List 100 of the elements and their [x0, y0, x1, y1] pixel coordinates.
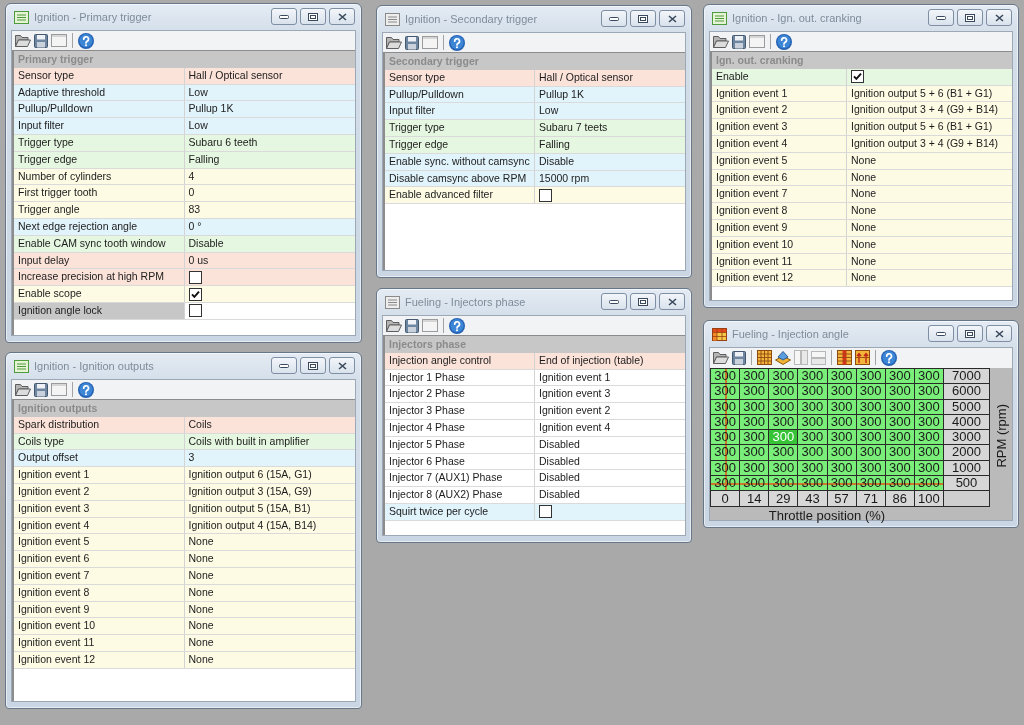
checkbox[interactable]: [188, 304, 202, 318]
help-icon[interactable]: [776, 33, 792, 50]
close-button[interactable]: [986, 9, 1012, 26]
property-value[interactable]: Pullup 1K: [184, 101, 355, 118]
property-value[interactable]: Subaru 7 teets: [535, 120, 685, 136]
table-cell[interactable]: 300: [827, 399, 857, 415]
property-value[interactable]: None: [847, 203, 1012, 219]
table-cell[interactable]: 300: [740, 384, 770, 400]
table-cell[interactable]: 300: [711, 414, 741, 431]
property-value[interactable]: None: [184, 551, 355, 567]
property-row[interactable]: Input filter Low: [385, 103, 685, 121]
table-cell[interactable]: 300: [740, 460, 770, 477]
help-icon[interactable]: [449, 317, 465, 334]
maximize-button[interactable]: [630, 293, 656, 310]
property-value[interactable]: 4: [184, 168, 355, 185]
open-folder-icon[interactable]: [386, 319, 402, 332]
open-folder-icon[interactable]: [713, 351, 729, 364]
property-row[interactable]: Trigger angle 83: [14, 202, 355, 219]
property-value[interactable]: None: [847, 152, 1012, 169]
table-cell[interactable]: 300: [798, 445, 828, 461]
property-value[interactable]: None: [184, 651, 355, 668]
table-cell[interactable]: 300: [827, 414, 857, 431]
close-button[interactable]: [329, 357, 355, 374]
save-icon[interactable]: [732, 34, 746, 49]
property-row[interactable]: First trigger tooth 0: [14, 185, 355, 203]
property-row[interactable]: Injector 2 Phase Ignition event 3: [385, 386, 685, 404]
checkbox[interactable]: [539, 505, 552, 519]
property-value[interactable]: Coils with built in amplifier: [184, 433, 355, 450]
table-cell[interactable]: 300: [798, 430, 828, 446]
property-value[interactable]: Ignition output 5 + 6 (B1 + G1): [847, 85, 1012, 102]
property-value[interactable]: Subaru 6 teeth: [184, 135, 355, 151]
property-row[interactable]: Increase precision at high RPM: [14, 269, 355, 287]
open-folder-icon[interactable]: [15, 34, 31, 47]
close-button[interactable]: [659, 293, 685, 310]
table-cell[interactable]: 300: [711, 445, 741, 461]
maximize-button[interactable]: [957, 9, 983, 26]
table-cell[interactable]: 300: [769, 369, 799, 385]
table-cell[interactable]: 300: [885, 460, 915, 477]
property-value[interactable]: Hall / Optical sensor: [535, 69, 685, 86]
table-cell[interactable]: 300: [827, 369, 857, 385]
minimize-button[interactable]: [271, 357, 297, 374]
table-cell[interactable]: 300: [827, 460, 857, 477]
property-row[interactable]: Ignition event 3 Ignition output 5 + 6 (B1 + G1): [712, 119, 1012, 136]
table-cell[interactable]: 300: [711, 384, 741, 400]
table-cell[interactable]: 300: [856, 399, 886, 415]
property-value[interactable]: Disable: [184, 235, 355, 252]
property-value[interactable]: None: [847, 236, 1012, 253]
save-icon[interactable]: [405, 35, 419, 50]
property-value[interactable]: None: [847, 169, 1012, 186]
property-value[interactable]: Ignition event 1: [535, 369, 685, 386]
property-value[interactable]: 0 us: [184, 252, 355, 269]
checkbox[interactable]: [539, 188, 552, 202]
property-value[interactable]: None: [184, 618, 355, 635]
table-cell[interactable]: 300: [740, 399, 770, 415]
table-cell[interactable]: 300: [798, 399, 828, 415]
property-row[interactable]: Trigger type Subaru 7 teets: [385, 120, 685, 137]
property-row[interactable]: Ignition event 1 Ignition output 6 (15A, G1): [14, 467, 355, 484]
property-value[interactable]: End of injection (table): [535, 352, 685, 369]
table-cell[interactable]: 300: [769, 384, 799, 400]
property-row[interactable]: Injector 8 (AUX2) Phase Disabled: [385, 487, 685, 504]
property-row[interactable]: Ignition event 12 None: [712, 270, 1012, 288]
close-button[interactable]: [329, 8, 355, 25]
table-cell[interactable]: 300: [856, 384, 886, 400]
property-value[interactable]: None: [184, 534, 355, 551]
property-value[interactable]: Ignition output 3 (15A, G9): [184, 484, 355, 500]
table-cell[interactable]: 300: [856, 369, 886, 385]
minimize-button[interactable]: [601, 293, 627, 310]
grid-column-icon[interactable]: [837, 350, 852, 365]
property-row[interactable]: Ignition event 8 None: [712, 203, 1012, 220]
help-icon[interactable]: [881, 349, 897, 366]
help-icon[interactable]: [449, 34, 465, 51]
property-row[interactable]: Ignition event 11 None: [14, 635, 355, 652]
grid-arrows-icon[interactable]: [855, 350, 870, 365]
table-cell[interactable]: 300: [856, 430, 886, 446]
table-cell[interactable]: 300: [885, 445, 915, 461]
checkbox[interactable]: [851, 70, 864, 84]
maximize-button[interactable]: [957, 325, 983, 342]
table-cell[interactable]: 300: [856, 445, 886, 461]
minimize-button[interactable]: [271, 8, 297, 25]
property-value[interactable]: None: [847, 253, 1012, 270]
table-cell[interactable]: 300: [856, 460, 886, 477]
property-value[interactable]: None: [184, 635, 355, 651]
save-icon[interactable]: [732, 350, 746, 365]
table-cell[interactable]: 300: [740, 414, 770, 431]
maximize-button[interactable]: [630, 10, 656, 27]
property-value[interactable]: Low: [535, 103, 685, 120]
property-value[interactable]: 83: [184, 202, 355, 218]
table-cell[interactable]: 300: [885, 384, 915, 400]
help-icon[interactable]: [78, 381, 94, 398]
close-button[interactable]: [986, 325, 1012, 342]
close-button[interactable]: [659, 10, 685, 27]
table-cell[interactable]: 300: [827, 430, 857, 446]
checkbox[interactable]: [188, 270, 202, 284]
maximize-button[interactable]: [300, 357, 326, 374]
table-cell[interactable]: 300: [885, 430, 915, 446]
grid-icon[interactable]: [757, 350, 772, 365]
table-cell[interactable]: 300: [711, 460, 741, 477]
save-icon[interactable]: [34, 33, 48, 48]
layers-icon[interactable]: [775, 350, 791, 365]
property-value[interactable]: None: [184, 601, 355, 618]
